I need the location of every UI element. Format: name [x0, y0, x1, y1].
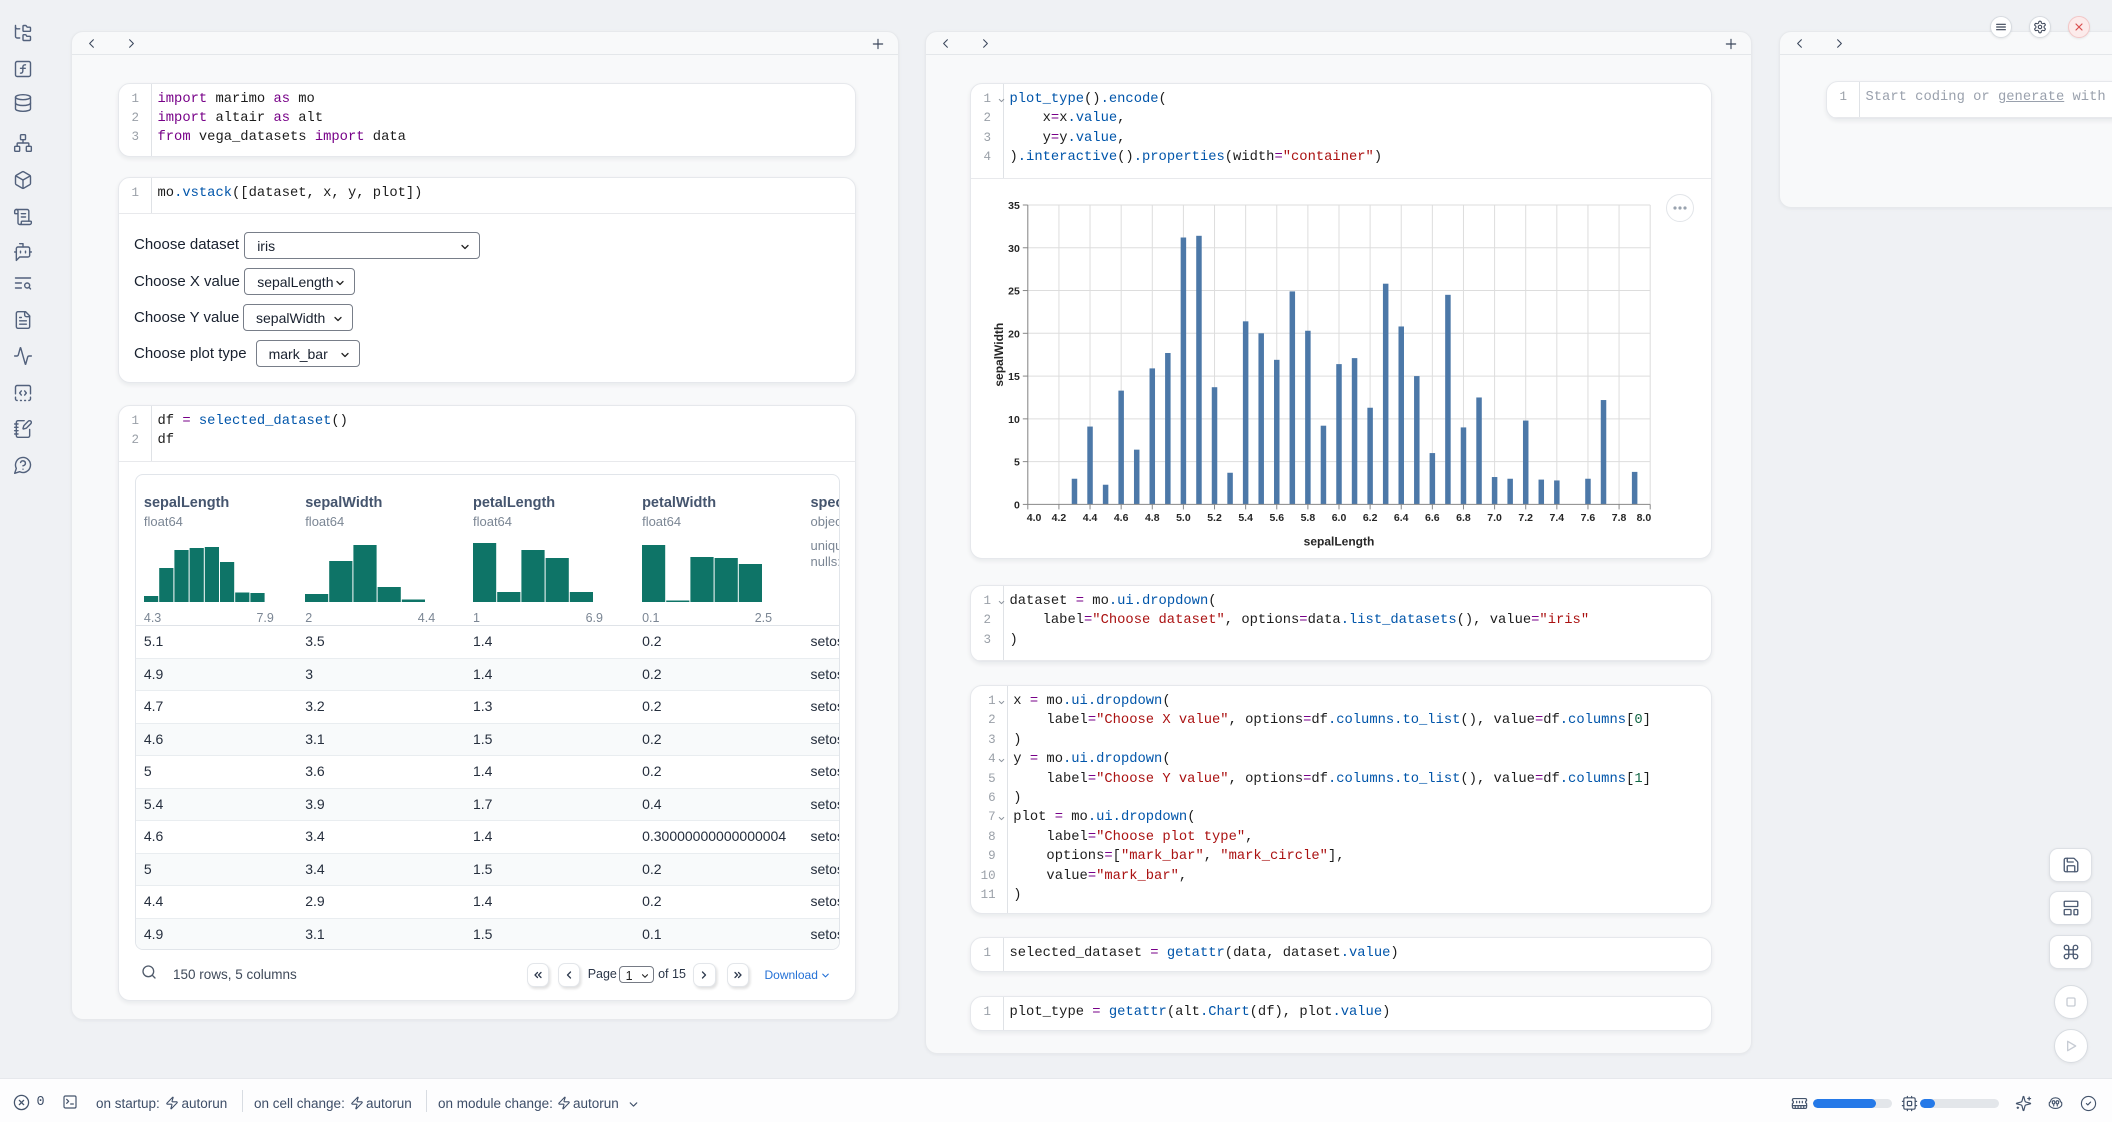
svg-text:7.8: 7.8 — [1612, 512, 1627, 524]
svg-text:sepalWidth: sepalWidth — [992, 323, 1006, 387]
svg-text:30: 30 — [1008, 243, 1020, 255]
svg-text:25: 25 — [1008, 286, 1020, 298]
svg-text:6.0: 6.0 — [1332, 512, 1347, 524]
svg-text:6.6: 6.6 — [1425, 512, 1440, 524]
svg-text:5.2: 5.2 — [1207, 512, 1222, 524]
svg-text:5.0: 5.0 — [1176, 512, 1191, 524]
svg-text:6.4: 6.4 — [1394, 512, 1409, 524]
svg-text:7.2: 7.2 — [1518, 512, 1533, 524]
svg-text:8.0: 8.0 — [1637, 512, 1652, 524]
svg-text:0: 0 — [1014, 499, 1020, 511]
svg-text:5.6: 5.6 — [1269, 512, 1284, 524]
svg-text:10: 10 — [1008, 414, 1020, 426]
svg-text:4.2: 4.2 — [1052, 512, 1067, 524]
svg-text:4.8: 4.8 — [1145, 512, 1160, 524]
svg-text:4.0: 4.0 — [1027, 512, 1042, 524]
svg-text:4.6: 4.6 — [1114, 512, 1129, 524]
svg-text:5.8: 5.8 — [1301, 512, 1316, 524]
svg-text:5.4: 5.4 — [1238, 512, 1253, 524]
svg-text:7.6: 7.6 — [1581, 512, 1596, 524]
svg-text:6.8: 6.8 — [1456, 512, 1471, 524]
svg-text:35: 35 — [1008, 200, 1020, 212]
svg-text:20: 20 — [1008, 328, 1020, 340]
svg-text:6.2: 6.2 — [1363, 512, 1378, 524]
svg-text:15: 15 — [1008, 371, 1020, 383]
svg-text:7.0: 7.0 — [1487, 512, 1502, 524]
svg-text:4.4: 4.4 — [1083, 512, 1098, 524]
svg-text:sepalLength: sepalLength — [1304, 534, 1375, 548]
svg-text:7.4: 7.4 — [1550, 512, 1565, 524]
svg-text:5: 5 — [1014, 457, 1020, 469]
